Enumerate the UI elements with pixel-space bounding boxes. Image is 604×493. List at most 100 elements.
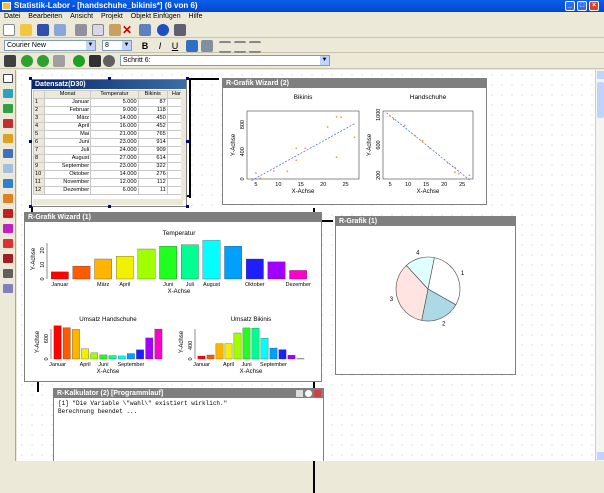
table-cell[interactable]: 3 (34, 115, 45, 123)
resize-handle[interactable] (108, 77, 111, 80)
align-right-icon[interactable] (249, 41, 261, 53)
minimize-button[interactable]: _ (565, 1, 575, 11)
resize-handle[interactable] (29, 77, 32, 80)
table-cell[interactable]: 23.000 (91, 163, 139, 171)
table-cell[interactable]: Mai (45, 131, 91, 139)
close-window-icon[interactable] (314, 390, 321, 397)
script-tool-icon[interactable] (3, 269, 13, 278)
calc-tool-icon[interactable] (3, 134, 13, 143)
sum-tool-icon[interactable] (3, 239, 13, 248)
fill-color-icon[interactable] (201, 40, 213, 52)
resize-handle[interactable] (108, 205, 111, 208)
context-help-icon[interactable] (174, 24, 186, 36)
dataset-window[interactable]: Datensatz(D30) Monat Temperatur Bikinis … (31, 79, 187, 207)
new-file-icon[interactable] (3, 24, 15, 36)
delete-icon[interactable]: ✕ (122, 24, 134, 36)
table-cell[interactable]: 16.000 (91, 123, 139, 131)
col-monat[interactable]: Monat (45, 91, 91, 99)
align-center-icon[interactable] (234, 41, 246, 53)
import-tool-icon[interactable] (3, 104, 13, 113)
table-row[interactable]: 11November12.000112 (34, 179, 186, 187)
table-cell[interactable]: 914 (138, 139, 167, 147)
paste-icon[interactable] (109, 24, 121, 36)
save-icon[interactable] (37, 24, 49, 36)
resize-handle[interactable] (186, 77, 189, 80)
font-select[interactable]: Courier New▼ (4, 40, 96, 51)
grid-tool-icon[interactable] (3, 164, 13, 173)
table-row[interactable]: 3März14.000450 (34, 115, 186, 123)
table-row[interactable]: 6Juni23.000914 (34, 139, 186, 147)
italic-button[interactable]: I (154, 40, 166, 52)
sort-tool-icon[interactable] (3, 194, 13, 203)
data-tool-icon[interactable] (3, 89, 13, 98)
resize-handle[interactable] (186, 205, 189, 208)
table-cell[interactable]: 276 (138, 171, 167, 179)
table-cell[interactable]: September (45, 163, 91, 171)
text-color-icon[interactable] (186, 40, 198, 52)
table-cell[interactable]: 112 (138, 179, 167, 187)
table-cell[interactable]: 6.000 (91, 187, 139, 195)
col-bikinis[interactable]: Bikinis (138, 91, 167, 99)
menu-datei[interactable]: Datei (4, 13, 20, 20)
maximize-button[interactable]: □ (577, 1, 587, 11)
open-folder-icon[interactable] (20, 24, 32, 36)
table-cell[interactable]: Juni (45, 139, 91, 147)
table-cell[interactable]: 6 (34, 139, 45, 147)
chart-tool-icon[interactable] (3, 179, 13, 188)
table-row[interactable]: 10Oktober14.000276 (34, 171, 186, 179)
table-row[interactable]: 2Februar9.000118 (34, 107, 186, 115)
menu-ansicht[interactable]: Ansicht (70, 13, 93, 20)
table-cell[interactable]: 8 (34, 155, 45, 163)
table-row[interactable]: 1Januar5.00087 (34, 99, 186, 107)
table-cell[interactable]: 909 (138, 147, 167, 155)
resize-handle[interactable] (29, 205, 32, 208)
table-cell[interactable]: 12 (34, 187, 45, 195)
menu-bearbeiten[interactable]: Bearbeiten (28, 13, 62, 20)
table-vscroll[interactable] (181, 90, 186, 200)
properties-icon[interactable] (54, 24, 66, 36)
table-cell[interactable]: 23.000 (91, 139, 139, 147)
run-icon[interactable] (73, 55, 85, 67)
table-cell[interactable]: 5.000 (91, 99, 139, 107)
stats-tool-icon[interactable] (3, 224, 13, 233)
minimize-window-icon[interactable] (296, 390, 303, 397)
table-row[interactable]: 5Mai21.000765 (34, 131, 186, 139)
table-cell[interactable]: August (45, 155, 91, 163)
table-cell[interactable]: Februar (45, 107, 91, 115)
scroll-thumb[interactable] (597, 82, 604, 118)
table-cell[interactable]: März (45, 115, 91, 123)
table-cell[interactable]: 118 (138, 107, 167, 115)
underline-button[interactable]: U (169, 40, 181, 52)
rewind-icon[interactable] (4, 55, 16, 67)
table-cell[interactable]: Januar (45, 99, 91, 107)
step-back-icon[interactable] (21, 55, 33, 67)
bold-button[interactable]: B (139, 40, 151, 52)
table-cell[interactable]: 14.000 (91, 115, 139, 123)
table-cell[interactable]: 10 (34, 171, 45, 179)
table-cell[interactable]: 11 (34, 179, 45, 187)
graph-tool-icon[interactable] (3, 254, 13, 263)
copy-icon[interactable] (92, 24, 104, 36)
resize-handle[interactable] (186, 140, 189, 143)
table-cell[interactable]: 27.000 (91, 155, 139, 163)
table-cell[interactable]: 2 (34, 107, 45, 115)
table-cell[interactable]: 24.000 (91, 147, 139, 155)
step-select[interactable]: Schritt 6:▼ (120, 55, 330, 66)
resize-handle[interactable] (29, 140, 32, 143)
bar-chart-window[interactable]: R-Grafik Wizard (1) TemperaturJanuarMärz… (24, 212, 322, 382)
table-row[interactable]: 12Dezember6.00011 (34, 187, 186, 195)
menu-projekt[interactable]: Projekt (101, 13, 123, 20)
scroll-up-icon[interactable] (597, 71, 604, 79)
menu-hilfe[interactable]: Hilfe (189, 13, 203, 20)
calendar-tool-icon[interactable] (3, 284, 13, 293)
table-cell[interactable]: 450 (138, 115, 167, 123)
close-button[interactable]: × (589, 1, 599, 11)
table-cell[interactable]: 9.000 (91, 107, 139, 115)
table-row[interactable]: 7Juli24.000909 (34, 147, 186, 155)
settings-icon[interactable] (305, 390, 312, 397)
table-cell[interactable]: 4 (34, 123, 45, 131)
pie-chart-window[interactable]: R-Grafik (1) 1234 (335, 216, 516, 375)
col-temperatur[interactable]: Temperatur (91, 91, 139, 99)
table-cell[interactable]: 1 (34, 99, 45, 107)
insert-object-icon[interactable] (139, 24, 151, 36)
